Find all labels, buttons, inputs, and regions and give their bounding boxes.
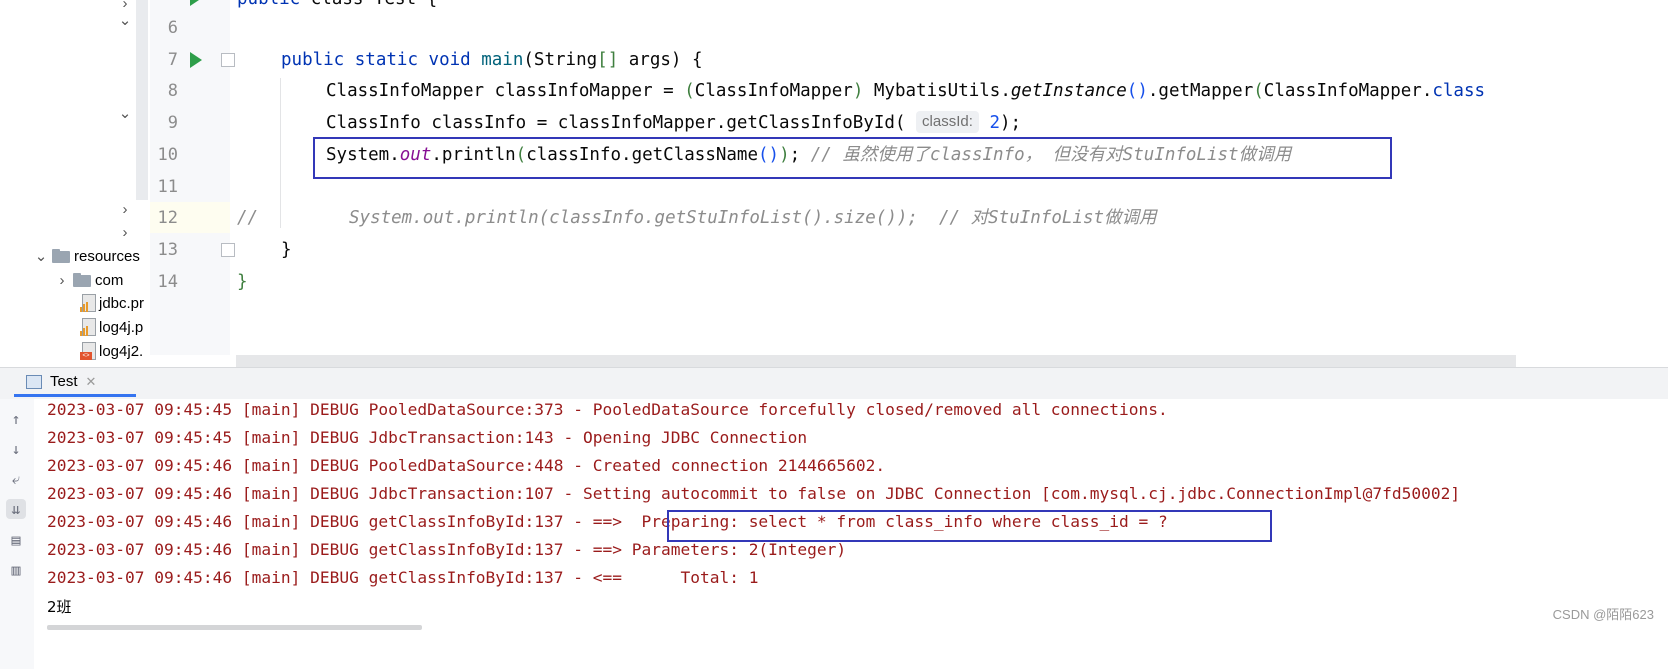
properties-file-icon — [80, 318, 96, 336]
code-token: MybatisUtils. — [863, 81, 1011, 101]
tree-scroll-strip — [136, 0, 148, 200]
run-gutter-icon[interactable] — [190, 0, 202, 6]
console-horizontal-scrollbar[interactable] — [47, 625, 422, 630]
print-icon[interactable]: ▤ — [6, 530, 26, 550]
tree-item-log4j-properties[interactable]: log4j.p — [80, 316, 143, 338]
indent-guide — [280, 78, 281, 228]
code-token: args) { — [618, 50, 703, 70]
tree-item-label: jdbc.pr — [99, 294, 145, 312]
properties-file-icon — [80, 294, 96, 312]
code-token: static — [354, 50, 418, 70]
fold-marker-icon[interactable] — [221, 243, 235, 257]
code-token: ClassInfo classInfo = classInfoMapper.ge… — [326, 113, 906, 133]
close-icon[interactable]: ✕ — [86, 374, 97, 390]
code-token: ClassInfoMapper. — [1263, 81, 1433, 101]
highlight-box-sql — [667, 510, 1272, 542]
fold-marker-icon[interactable] — [221, 53, 235, 67]
trash-icon[interactable]: ▥ — [6, 560, 26, 580]
tree-chevron-collapsed[interactable]: › — [118, 198, 132, 220]
line-number: 14 — [157, 272, 178, 292]
code-token: getInstance — [1010, 81, 1127, 101]
code-comment: // — [237, 208, 259, 228]
code-token: [] — [597, 50, 619, 70]
line-number: 10 — [157, 145, 178, 165]
chevron-right-icon[interactable]: › — [118, 224, 132, 241]
line-number: 13 — [157, 240, 178, 260]
tree-chevron-collapsed[interactable]: › — [118, 221, 132, 243]
line-number: 11 — [157, 177, 178, 197]
soft-wrap-icon[interactable]: ⤶ — [6, 469, 26, 489]
code-token: ); — [999, 113, 1022, 133]
code-token: public — [281, 50, 345, 70]
log-line: 2023-03-07 09:45:46 [main] DEBUG PooledD… — [47, 456, 886, 475]
code-token: void — [428, 50, 471, 70]
code-line-14: } — [237, 266, 248, 298]
tree-item-resources[interactable]: ⌄ resources — [34, 245, 140, 267]
parameter-hint: classId: — [916, 111, 979, 133]
code-token: ( — [1253, 81, 1264, 101]
code-token: ) — [852, 81, 864, 101]
line-number: 12 — [157, 208, 178, 228]
editor-horizontal-scrollbar[interactable] — [236, 355, 1516, 367]
log-line: 2023-03-07 09:45:45 [main] DEBUG JdbcTra… — [47, 428, 808, 447]
code-token: () — [1126, 81, 1148, 101]
code-line-13: } — [281, 234, 292, 266]
code-token: .getMapper — [1147, 81, 1254, 101]
run-side-toolbar: ↑ ↓ ⤶ ⇊ ▤ ▥ — [0, 399, 35, 669]
tree-item-log4j2-xml[interactable]: <> log4j2. — [80, 340, 143, 362]
down-arrow-icon[interactable]: ↓ — [6, 439, 26, 459]
tree-item-label: log4j2. — [99, 342, 144, 360]
xml-file-icon: <> — [80, 342, 96, 360]
tree-item-label: com — [95, 271, 124, 289]
code-line-12: // — [237, 202, 258, 234]
log-line: 2023-03-07 09:45:45 [main] DEBUG PooledD… — [47, 400, 1168, 419]
program-output: 2班 — [47, 598, 72, 616]
code-line-8: ClassInfoMapper classInfoMapper = (Class… — [326, 75, 1485, 107]
log-line: 2023-03-07 09:45:46 [main] DEBUG JdbcTra… — [47, 484, 1461, 503]
log-line: 2023-03-07 09:45:46 [main] DEBUG getClas… — [47, 568, 759, 587]
code-token: ClassInfoMapper — [694, 81, 853, 101]
code-token: main — [481, 50, 524, 70]
code-token: class Test { — [300, 0, 437, 9]
tree-item-jdbc-properties[interactable]: jdbc.pr — [80, 292, 144, 314]
line-number: 9 — [167, 113, 178, 133]
code-comment: System.out.println(classInfo.getStuInfoL… — [349, 208, 1157, 228]
tab-label: Test — [50, 373, 78, 390]
folder-icon — [73, 273, 91, 287]
chevron-right-icon[interactable]: › — [55, 272, 69, 289]
code-token: 2 — [989, 113, 1000, 133]
chevron-right-icon[interactable]: › — [118, 201, 132, 218]
code-line-12-body: System.out.println(classInfo.getStuInfoL… — [349, 202, 1157, 234]
folder-icon — [52, 249, 70, 263]
tree-item-label: resources — [74, 247, 140, 265]
chevron-down-icon[interactable]: ⌄ — [118, 105, 132, 122]
code-token: ClassInfoMapper classInfoMapper = — [326, 81, 685, 101]
code-line-5: public class Test { — [237, 0, 437, 15]
code-token: class — [1432, 81, 1486, 101]
chevron-down-icon[interactable]: ⌄ — [118, 12, 132, 29]
code-token: public — [237, 0, 300, 9]
tree-item-label: log4j.p — [99, 318, 144, 336]
tree-chevron-expanded[interactable]: ⌄ — [118, 9, 132, 31]
project-tree: › ⌄ ⌄ › › ⌄ resources › com jdbc.pr log4… — [0, 0, 150, 370]
code-token: ( — [684, 81, 695, 101]
tree-item-com[interactable]: › com — [55, 269, 124, 291]
chevron-down-icon[interactable]: ⌄ — [34, 248, 48, 265]
code-line-9: ClassInfo classInfo = classInfoMapper.ge… — [326, 107, 1021, 139]
code-token: } — [237, 272, 248, 292]
line-number: 6 — [167, 18, 178, 38]
line-number: 8 — [167, 81, 178, 101]
tab-test[interactable]: Test ✕ — [14, 369, 136, 397]
code-line-7: public static void main(String[] args) { — [281, 44, 703, 76]
highlight-box-code — [313, 137, 1392, 179]
watermark: CSDN @陌陌623 — [1552, 607, 1654, 622]
code-token: } — [281, 240, 292, 260]
run-config-icon — [26, 374, 42, 389]
tree-chevron-expanded[interactable]: ⌄ — [118, 102, 132, 124]
run-gutter-icon[interactable] — [190, 52, 202, 68]
line-number: 7 — [167, 50, 178, 70]
code-token: (String — [523, 50, 598, 70]
scroll-to-end-icon[interactable]: ⇊ — [6, 499, 26, 519]
up-arrow-icon[interactable]: ↑ — [6, 409, 26, 429]
